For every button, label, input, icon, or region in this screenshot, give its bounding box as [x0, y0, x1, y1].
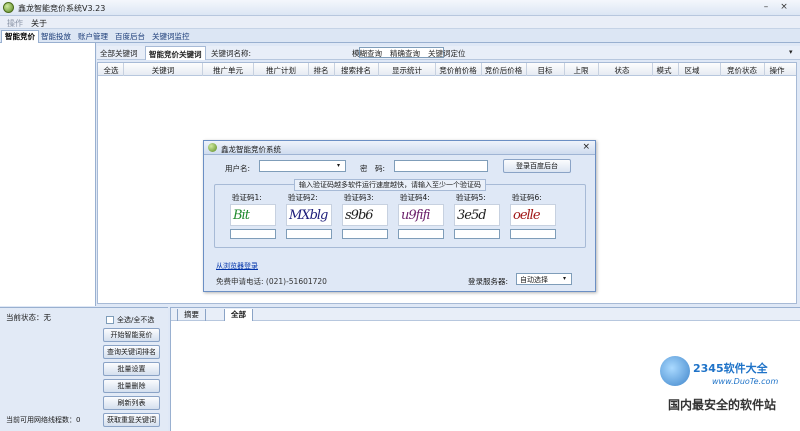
col-mode[interactable]: 模式 [653, 65, 675, 76]
captcha-hint: 输入验证码越多软件运行速度越快，请输入至少一个验证码 [294, 179, 486, 191]
exact-query-link[interactable]: 精确查询 [390, 48, 420, 59]
tab-smart-bidding[interactable]: 智能竞价 [1, 30, 39, 43]
tab-smart-placement[interactable]: 智能投放 [38, 31, 74, 43]
captcha-cell: 验证码2: MXblg [286, 192, 332, 239]
col-bid-status[interactable]: 竞价状态 [721, 65, 763, 76]
captcha-image[interactable]: MXblg [286, 204, 332, 226]
captcha-image[interactable]: 3e5d [454, 204, 500, 226]
tab-baidu-backend[interactable]: 百度后台 [112, 31, 148, 43]
captcha-label: 验证码5: [456, 193, 486, 202]
dialog-title-bar: 鑫龙智能竞价系统 × [204, 141, 595, 155]
main-tab-bar: 智能竞价 智能投放 账户管理 百度后台 关键词监控 [0, 29, 800, 43]
dialog-title: 鑫龙智能竞价系统 [221, 145, 281, 154]
captcha-input[interactable] [510, 229, 556, 239]
col-action[interactable]: 操作 [765, 65, 789, 76]
keyword-name-label: 关键词名称: [211, 49, 252, 58]
menu-about[interactable]: 关于 [31, 18, 47, 29]
server-label: 登录服务器: [468, 277, 509, 286]
captcha-input[interactable] [230, 229, 276, 239]
col-status[interactable]: 状态 [599, 65, 645, 76]
captcha-input[interactable] [342, 229, 388, 239]
batch-delete-button[interactable]: 批量删除 [103, 379, 160, 393]
password-label: 密 码: [360, 164, 386, 173]
minimize-button[interactable]: – [760, 2, 772, 13]
tab-keyword-monitor[interactable]: 关键词监控 [149, 31, 193, 43]
captcha-label: 验证码1: [232, 193, 262, 202]
batch-setting-button[interactable]: 批量设置 [103, 362, 160, 376]
watermark-brand: 2345软件大全 [693, 362, 768, 375]
start-bidding-button[interactable]: 开始智能竞价 [103, 328, 160, 342]
captcha-label: 验证码2: [288, 193, 318, 202]
tab-smart-keywords[interactable]: 智能竞价关键词 [145, 46, 206, 60]
col-limit[interactable]: 上限 [565, 65, 597, 76]
captcha-cell: 验证码3: s9b6 [342, 192, 388, 239]
col-target[interactable]: 目标 [527, 65, 563, 76]
menu-operate[interactable]: 操作 [7, 18, 23, 29]
captcha-group: 输入验证码越多软件运行速度越快，请输入至少一个验证码 验证码1: Bit 验证码… [214, 179, 586, 248]
captcha-cell: 验证码4: u9fifi [398, 192, 444, 239]
available-threads-text: 当前可用网络线程数：0 [6, 416, 81, 424]
col-display-stats[interactable]: 显示统计 [379, 65, 435, 76]
captcha-label: 验证码3: [344, 193, 374, 202]
phone-text: 免费申请电话: (021)-51601720 [216, 277, 327, 286]
captcha-label: 验证码6: [512, 193, 542, 202]
captcha-cell: 验证码1: Bit [230, 192, 276, 239]
username-field[interactable] [259, 160, 346, 172]
col-keyword[interactable]: 关键词 [124, 65, 202, 76]
close-window-button[interactable]: × [778, 2, 790, 13]
captcha-cell: 验证码6: oelle [510, 192, 556, 239]
keyword-toolbar: 全部关键词 智能竞价关键词 关键词名称: 模糊查询 精确查询 关键词定位 ▾ [97, 46, 800, 60]
chevron-down-icon[interactable]: ▾ [563, 275, 566, 282]
chevron-down-icon[interactable]: ▾ [337, 162, 340, 169]
watermark-slogan: 国内最安全的软件站 [668, 398, 777, 412]
captcha-label: 验证码4: [400, 193, 430, 202]
captcha-input[interactable] [454, 229, 500, 239]
login-dialog: 鑫龙智能竞价系统 × 用户名: ▾ 密 码: 登录百度后台 输入验证码越多软件运… [203, 140, 596, 292]
col-search-rank[interactable]: 搜索排名 [335, 65, 377, 76]
tab-account-management[interactable]: 账户管理 [75, 31, 111, 43]
captcha-input[interactable] [398, 229, 444, 239]
col-price-before[interactable]: 竞价前价格 [436, 65, 480, 76]
select-all-checkbox[interactable] [106, 316, 114, 324]
dialog-logo-icon [208, 143, 217, 152]
chevron-down-icon[interactable]: ▾ [789, 48, 793, 56]
tab-summary[interactable]: 摘要 [177, 309, 206, 321]
captcha-image[interactable]: s9b6 [342, 204, 388, 226]
log-tab-bar: 摘要 全部 [171, 308, 800, 321]
grid-header: 全选 关键词 推广单元 推广计划 排名 搜索排名 显示统计 竞价前价格 竞价后价… [98, 63, 796, 76]
watermark-logo-icon [660, 356, 690, 386]
captcha-image[interactable]: Bit [230, 204, 276, 226]
watermark-site: www.DuoTe.com [712, 377, 779, 386]
captcha-image[interactable]: oelle [510, 204, 556, 226]
browser-login-link[interactable]: 从浏览器登录 [216, 261, 258, 271]
captcha-input[interactable] [286, 229, 332, 239]
select-all-label: 全选/全不选 [117, 316, 155, 324]
left-tree-pane[interactable] [0, 43, 96, 306]
keyword-locate-link[interactable]: 关键词定位 [428, 48, 466, 59]
password-field[interactable] [394, 160, 488, 172]
fuzzy-query-link[interactable]: 模糊查询 [352, 48, 382, 59]
tab-all-logs[interactable]: 全部 [224, 309, 253, 321]
col-price-after[interactable]: 竞价后价格 [482, 65, 525, 76]
captcha-image[interactable]: u9fifi [398, 204, 444, 226]
col-select-all[interactable]: 全选 [100, 65, 122, 76]
refresh-list-button[interactable]: 刷新列表 [103, 396, 160, 410]
col-unit[interactable]: 推广单元 [203, 65, 253, 76]
col-region[interactable]: 区域 [679, 65, 705, 76]
get-duplicates-button[interactable]: 获取重复关键词 [103, 413, 160, 427]
dialog-close-icon[interactable]: × [582, 142, 590, 152]
app-logo-icon [3, 2, 14, 13]
menu-bar: 操作 关于 [0, 16, 800, 29]
username-label: 用户名: [225, 164, 251, 173]
query-rank-button[interactable]: 查询关键词排名 [103, 345, 160, 359]
login-baidu-button[interactable]: 登录百度后台 [503, 159, 571, 173]
col-plan[interactable]: 推广计划 [254, 65, 308, 76]
captcha-cell: 验证码5: 3e5d [454, 192, 500, 239]
status-panel: 当前状态：无 全选/全不选 开始智能竞价 查询关键词排名 批量设置 批量删除 刷… [0, 307, 168, 431]
col-rank[interactable]: 排名 [309, 65, 333, 76]
tab-all-keywords[interactable]: 全部关键词 [100, 48, 138, 59]
title-bar: 鑫龙智能竞价系统V3.23 – × [0, 0, 800, 16]
window-title: 鑫龙智能竞价系统V3.23 [18, 4, 106, 13]
current-status-text: 当前状态：无 [6, 313, 51, 322]
